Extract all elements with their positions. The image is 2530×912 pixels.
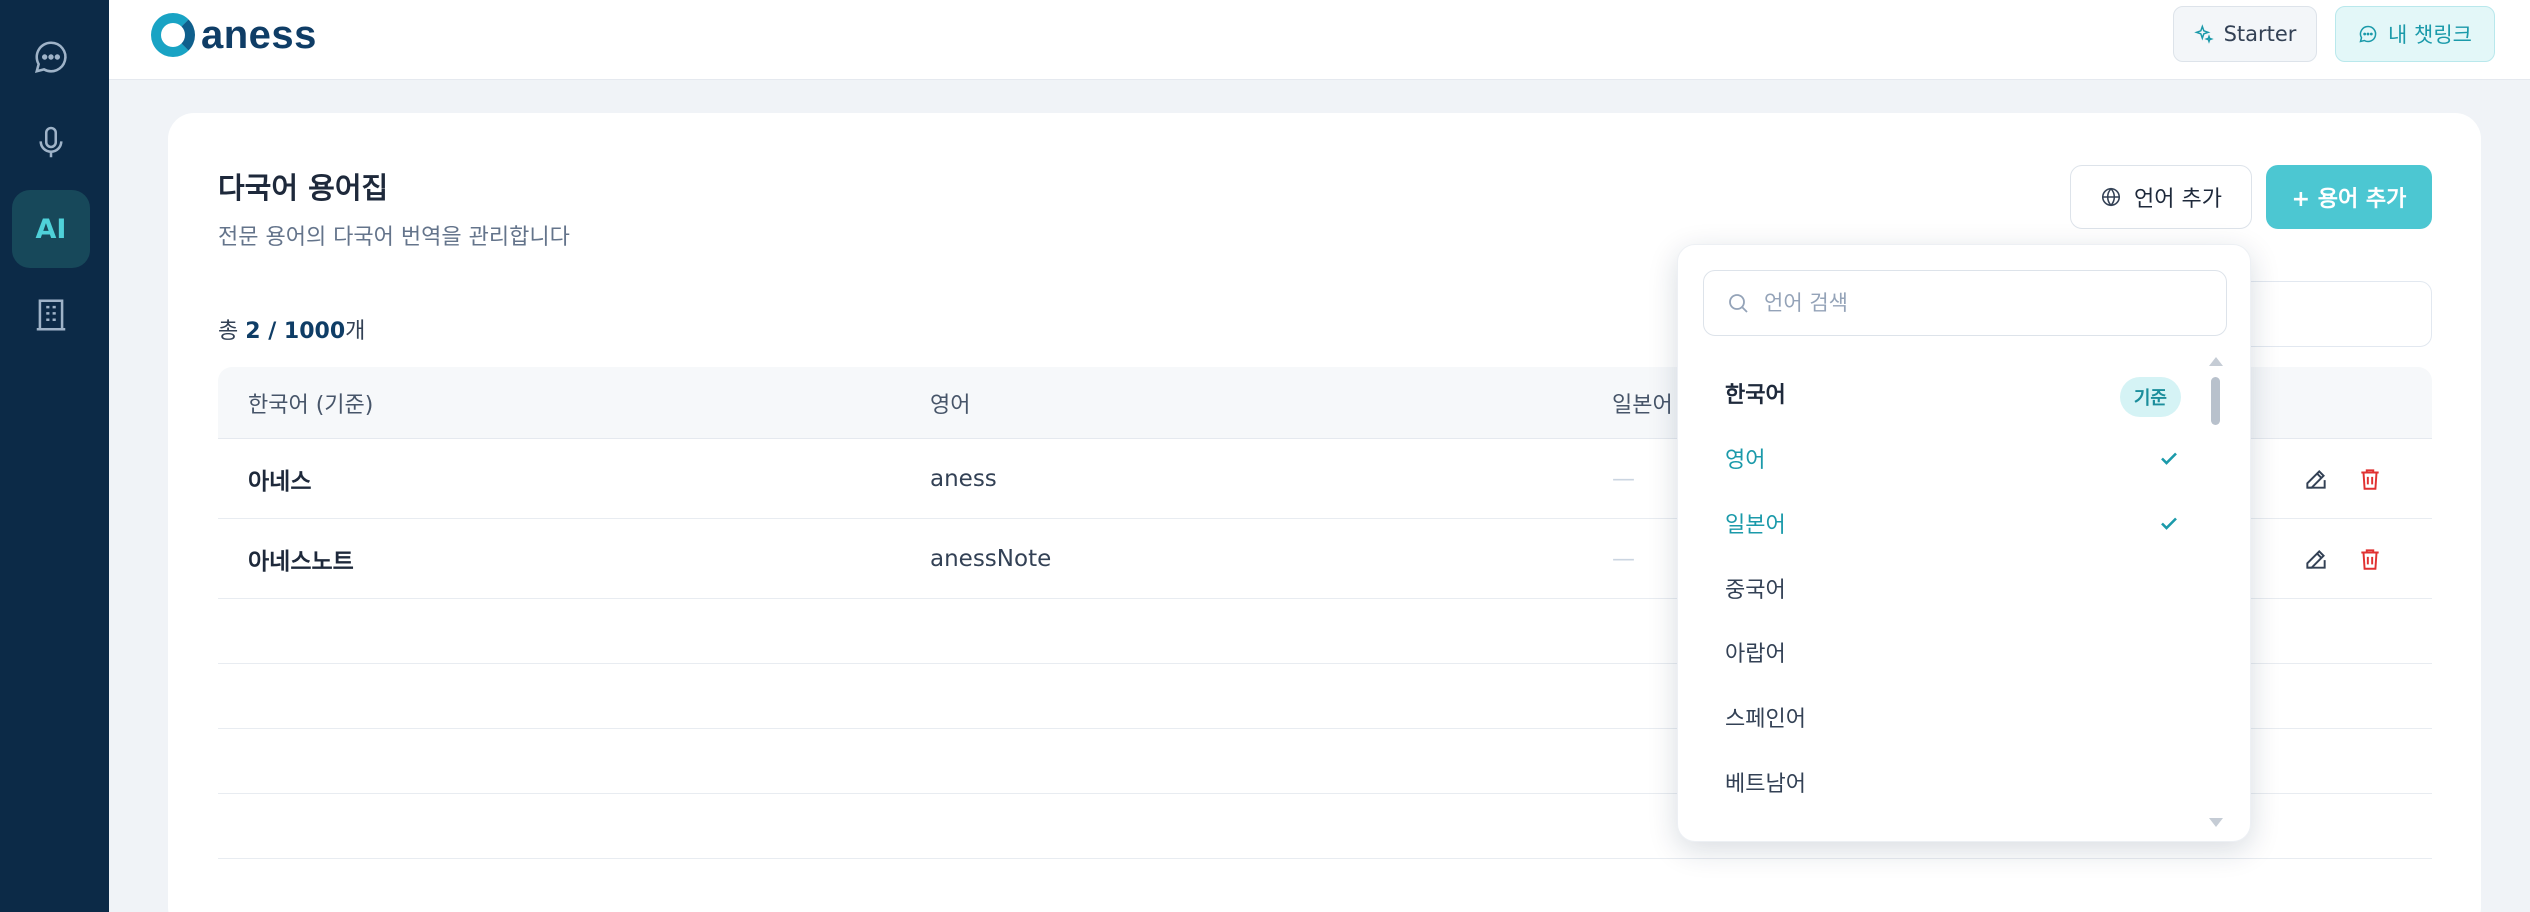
search-icon (1729, 294, 1748, 313)
delete-icon[interactable] (2357, 466, 2383, 492)
term-count-value: 2 / 1000 (245, 319, 346, 344)
language-option-label: 중국어 (1725, 578, 1786, 603)
scroll-down-arrow-icon[interactable] (2209, 818, 2223, 827)
language-option-vietnamese[interactable]: 베트남어 (1703, 750, 2203, 814)
logo-text: aness (201, 12, 317, 57)
language-option-label: 베트남어 (1725, 772, 1806, 797)
base-language-badge: 기준 (2119, 377, 2181, 417)
starter-plan-label: Starter (2223, 22, 2297, 46)
language-option-spanish[interactable]: 스페인어 (1703, 685, 2203, 749)
term-count: 총 2 / 1000개 (218, 313, 365, 345)
language-option-korean[interactable]: 한국어 기준 (1703, 361, 2203, 425)
column-header-korean: 한국어 (기준) (248, 393, 374, 418)
cell-korean: 아네스 (248, 469, 312, 495)
cell-japanese: — (1612, 546, 1635, 572)
cell-english: aness (930, 466, 997, 492)
sidebar-item-chat[interactable] (12, 18, 90, 96)
chat-icon (34, 41, 67, 74)
page-title: 다국어 용어집 (218, 171, 389, 205)
checkmark-icon (2161, 517, 2177, 530)
globe-icon (2101, 187, 2121, 207)
scroll-up-arrow-icon[interactable] (2209, 357, 2223, 366)
add-language-button[interactable]: 언어 추가 (2070, 165, 2252, 229)
language-option-arabic[interactable]: 아랍어 (1703, 620, 2203, 684)
edit-icon[interactable] (2303, 546, 2329, 572)
microphone-icon (39, 126, 63, 158)
language-option-label: 아랍어 (1725, 642, 1786, 667)
row-actions (2303, 519, 2383, 599)
sidebar-item-ai[interactable]: AI (12, 190, 90, 268)
column-header-english: 영어 (930, 393, 971, 418)
column-header-japanese: 일본어 (1612, 393, 1673, 418)
top-header: aness Starter 내 챗링크 (109, 0, 2530, 80)
cell-english: anessNote (930, 546, 1052, 572)
language-option-japanese[interactable]: 일본어 (1703, 491, 2203, 555)
language-option-label: 일본어 (1725, 513, 1786, 538)
sidebar: AI (0, 0, 109, 912)
term-count-suffix: 개 (345, 319, 366, 344)
language-search-input[interactable] (1764, 291, 2204, 315)
delete-icon[interactable] (2357, 546, 2383, 572)
chat-bubble-icon (2359, 25, 2377, 43)
scroll-thumb[interactable] (2211, 377, 2220, 425)
page-subtitle: 전문 용어의 다국어 번역을 관리합니다 (218, 225, 570, 250)
add-language-label: 언어 추가 (2134, 187, 2222, 212)
starter-plan-button[interactable]: Starter (2173, 6, 2317, 62)
logo[interactable]: aness (151, 12, 317, 58)
sidebar-item-organization[interactable] (12, 276, 90, 354)
add-term-button[interactable]: + 용어 추가 (2266, 165, 2432, 229)
language-option-english[interactable]: 영어 (1703, 426, 2203, 490)
language-option-chinese[interactable]: 중국어 (1703, 556, 2203, 620)
language-search-field[interactable] (1703, 270, 2227, 336)
sidebar-item-voice[interactable] (12, 104, 90, 182)
language-dropdown: 한국어 기준 영어 일본어 중국어 아랍어 스페인어 베트남어 (1677, 244, 2251, 842)
term-count-prefix: 총 (218, 319, 246, 344)
cell-korean: 아네스노트 (248, 549, 354, 575)
checkmark-icon (2161, 452, 2177, 465)
language-option-label: 한국어 (1725, 383, 1786, 408)
row-actions (2303, 439, 2383, 519)
sidebar-item-ai-label: AI (35, 213, 67, 245)
building-icon (36, 299, 66, 331)
my-chatlink-button[interactable]: 내 챗링크 (2335, 6, 2495, 62)
logo-mark-icon (151, 13, 195, 57)
cell-japanese: — (1612, 466, 1635, 492)
sparkle-icon (2193, 24, 2214, 44)
language-option-label: 영어 (1725, 448, 1766, 473)
edit-icon[interactable] (2303, 466, 2329, 492)
my-chatlink-label: 내 챗링크 (2388, 23, 2472, 47)
dropdown-scrollbar[interactable] (2208, 357, 2223, 827)
language-option-label: 스페인어 (1725, 707, 1806, 732)
